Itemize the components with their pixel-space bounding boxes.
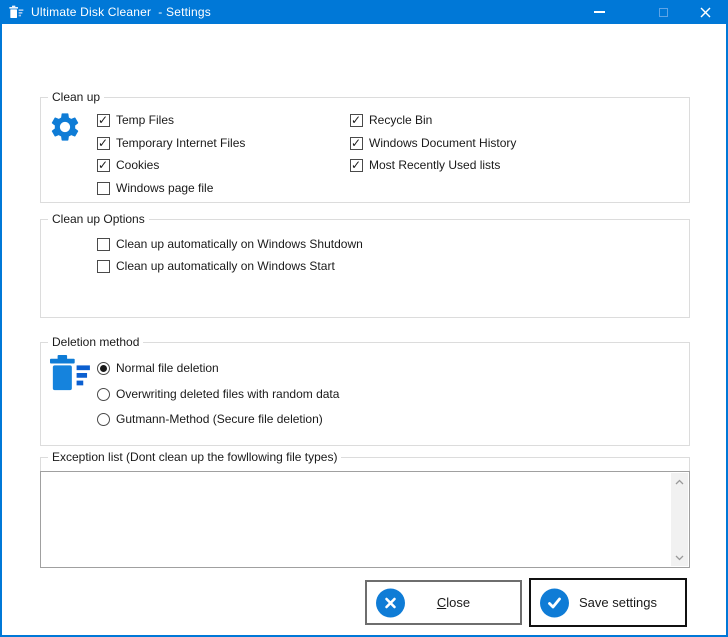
radio-label: Gutmann-Method (Secure file deletion)	[116, 412, 323, 427]
checkbox[interactable]	[97, 159, 110, 172]
group-clean-up-options-label: Clean up Options	[48, 212, 149, 227]
trash-icon	[46, 354, 92, 392]
checkbox[interactable]	[350, 137, 363, 150]
exception-textarea[interactable]	[40, 471, 690, 568]
maximize-button[interactable]	[640, 0, 686, 24]
radio-row-gutmann-method[interactable]: Gutmann-Method (Secure file deletion)	[97, 412, 323, 427]
checkbox[interactable]	[97, 182, 110, 195]
radio-button[interactable]	[97, 388, 110, 401]
checkbox-label: Clean up automatically on Windows Shutdo…	[116, 237, 363, 252]
settings-window: Ultimate Disk Cleaner - Settings Clean u…	[0, 0, 728, 637]
checkbox-row-cleanup-on-shutdown[interactable]: Clean up automatically on Windows Shutdo…	[97, 237, 363, 252]
checkbox[interactable]	[97, 114, 110, 127]
checkbox-row-temp-files[interactable]: Temp Files	[97, 113, 174, 128]
checkbox[interactable]	[97, 260, 110, 273]
check-circle-icon	[540, 588, 569, 617]
checkbox[interactable]	[97, 137, 110, 150]
close-button[interactable]: Close	[365, 580, 522, 625]
checkbox-row-recycle-bin[interactable]: Recycle Bin	[350, 113, 432, 128]
radio-label: Overwriting deleted files with random da…	[116, 387, 339, 402]
checkbox-row-windows-document-history[interactable]: Windows Document History	[350, 136, 516, 151]
radio-label: Normal file deletion	[116, 361, 219, 376]
vertical-scrollbar[interactable]	[671, 473, 688, 566]
checkbox-label: Clean up automatically on Windows Start	[116, 259, 335, 274]
maximize-icon	[659, 8, 668, 17]
close-window-button[interactable]	[682, 0, 728, 24]
save-settings-button[interactable]: Save settings	[529, 578, 687, 627]
app-trash-icon	[8, 4, 24, 20]
checkbox[interactable]	[350, 159, 363, 172]
radio-button[interactable]	[97, 413, 110, 426]
checkbox-label: Temp Files	[116, 113, 174, 128]
checkbox-row-cleanup-on-start[interactable]: Clean up automatically on Windows Start	[97, 259, 335, 274]
minimize-icon	[594, 11, 605, 13]
group-clean-up-label: Clean up	[48, 90, 104, 105]
checkbox[interactable]	[350, 114, 363, 127]
checkbox-label: Most Recently Used lists	[369, 158, 500, 173]
checkbox-row-temporary-internet-files[interactable]: Temporary Internet Files	[97, 136, 245, 151]
group-exception-list-label: Exception list (Dont clean up the fowllo…	[48, 450, 341, 465]
group-deletion-method-label: Deletion method	[48, 335, 143, 350]
scroll-down-icon[interactable]	[671, 549, 688, 566]
window-title: Ultimate Disk Cleaner - Settings	[31, 5, 211, 19]
titlebar: Ultimate Disk Cleaner - Settings	[0, 0, 728, 24]
checkbox-label: Windows Document History	[369, 136, 516, 151]
checkbox-label: Cookies	[116, 158, 159, 173]
checkbox-label: Temporary Internet Files	[116, 136, 245, 151]
checkbox-row-most-recently-used-lists[interactable]: Most Recently Used lists	[350, 158, 500, 173]
radio-button[interactable]	[97, 362, 110, 375]
scroll-up-icon[interactable]	[671, 473, 688, 490]
close-icon	[700, 7, 711, 18]
radio-row-normal-file-deletion[interactable]: Normal file deletion	[97, 361, 219, 376]
minimize-button[interactable]	[576, 0, 622, 24]
checkbox-label: Recycle Bin	[369, 113, 432, 128]
close-circle-icon	[376, 588, 405, 617]
checkbox[interactable]	[97, 238, 110, 251]
checkbox-label: Windows page file	[116, 181, 213, 196]
checkbox-row-cookies[interactable]: Cookies	[97, 158, 159, 173]
checkbox-row-windows-page-file[interactable]: Windows page file	[97, 181, 213, 196]
radio-row-overwriting-random-data[interactable]: Overwriting deleted files with random da…	[97, 387, 339, 402]
